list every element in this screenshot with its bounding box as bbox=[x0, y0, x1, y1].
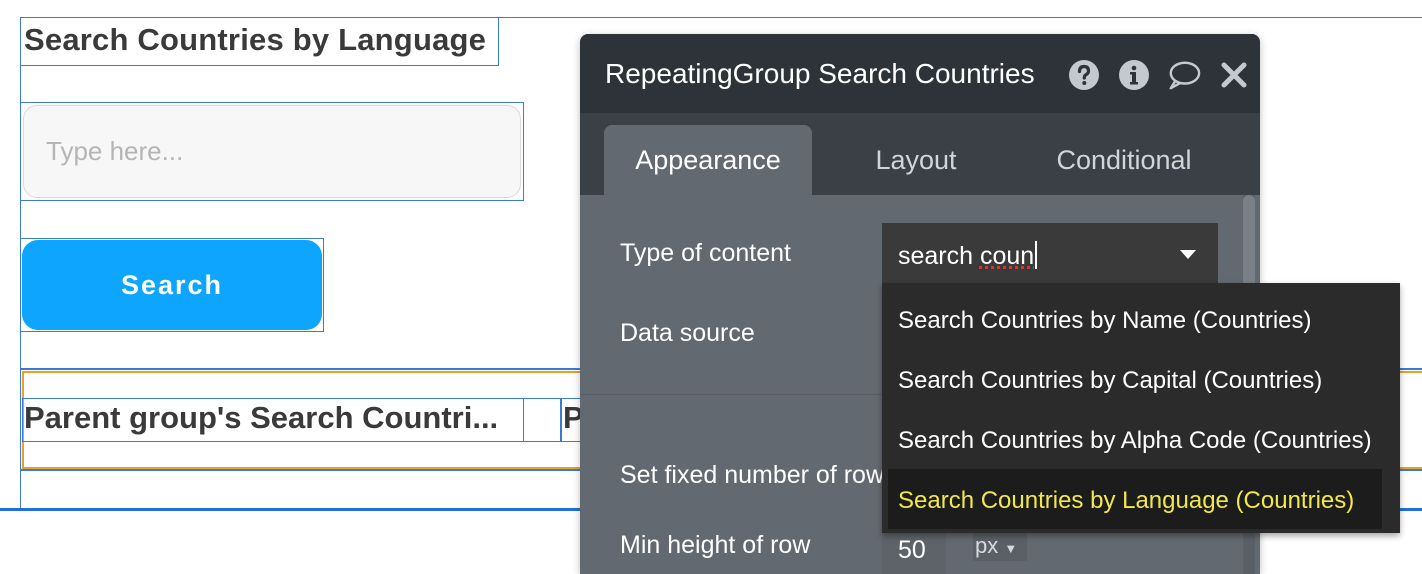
dropdown-option[interactable]: Search Countries by Alpha Code (Countrie… bbox=[882, 409, 1400, 469]
type-of-content-value-typed: coun bbox=[979, 242, 1035, 270]
text-caret bbox=[1035, 241, 1038, 269]
unit-label: px bbox=[975, 533, 999, 558]
dropdown-option[interactable]: Search Countries by Name (Countries) bbox=[882, 289, 1400, 349]
comment-icon[interactable] bbox=[1167, 58, 1201, 92]
type-of-content-label: Type of content bbox=[620, 239, 791, 267]
help-icon[interactable] bbox=[1067, 58, 1101, 92]
unit-caret-icon: ▼ bbox=[1004, 541, 1018, 556]
type-of-content-value-prefix: search bbox=[898, 242, 980, 270]
tab-conditional[interactable]: Conditional bbox=[1020, 125, 1228, 195]
tab-layout[interactable]: Layout bbox=[812, 125, 1020, 195]
info-icon[interactable] bbox=[1117, 58, 1151, 92]
search-input[interactable] bbox=[23, 105, 521, 198]
tab-appearance[interactable]: Appearance bbox=[604, 125, 812, 195]
chevron-down-icon[interactable] bbox=[1180, 250, 1196, 259]
min-height-label: Min height of row bbox=[620, 531, 811, 559]
panel-header[interactable]: RepeatingGroup Search Countries bbox=[580, 34, 1260, 113]
panel-tabs: Appearance Layout Conditional bbox=[580, 113, 1260, 195]
panel-title: RepeatingGroup Search Countries bbox=[605, 58, 1035, 89]
repeating-group-spacer bbox=[524, 398, 562, 442]
dropdown-option[interactable]: Search Countries by Capital (Countries) bbox=[882, 349, 1400, 409]
unit-select[interactable]: px ▼ bbox=[973, 531, 1027, 561]
dropdown-option-highlighted[interactable]: Search Countries by Language (Countries) bbox=[888, 469, 1382, 529]
type-of-content-field[interactable]: search coun bbox=[882, 223, 1218, 283]
close-icon[interactable] bbox=[1217, 58, 1251, 92]
min-height-input[interactable]: 50 bbox=[882, 530, 946, 574]
page-title[interactable]: Search Countries by Language bbox=[20, 17, 499, 66]
repeating-group-text-1[interactable]: Parent group's Search Countri... bbox=[22, 398, 524, 442]
data-source-label: Data source bbox=[620, 319, 755, 347]
fixed-rows-label: Set fixed number of rows bbox=[620, 461, 897, 489]
search-button[interactable]: Search bbox=[22, 240, 322, 330]
type-of-content-dropdown: Search Countries by Name (Countries) Sea… bbox=[882, 283, 1400, 533]
